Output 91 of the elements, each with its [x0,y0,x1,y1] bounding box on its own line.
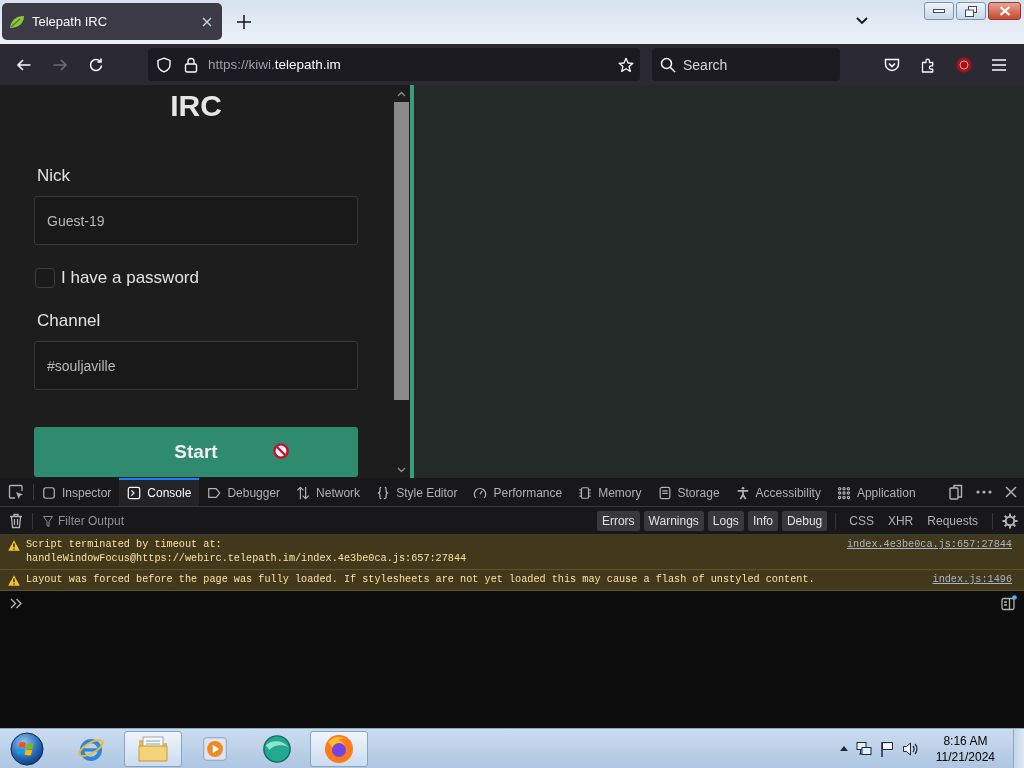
taskbar-button[interactable] [260,732,293,765]
reload-icon[interactable] [88,56,104,73]
field-label: Nick [37,166,71,186]
drawer-icon [657,486,672,500]
clock-date[interactable]: 11/21/2024 [935,748,995,765]
cursor-square-icon[interactable] [8,484,24,500]
close-icon[interactable] [1005,486,1017,498]
restore-button[interactable] [956,2,986,20]
chevron-badge-icon[interactable] [884,56,900,73]
level-filter-button[interactable]: Warnings [643,510,704,531]
devtools-tab[interactable]: Debugger [199,478,289,506]
up-down-arrows-icon [296,486,311,500]
person-icon [735,486,750,500]
devtools-tab[interactable]: Memory [570,478,650,506]
speaker-icon[interactable] [901,740,918,757]
warning-icon [8,575,20,586]
chevron-up-icon[interactable] [397,91,406,97]
search-icon [660,57,676,73]
chevron-up-icon[interactable] [839,746,848,751]
level-filter-button[interactable]: Logs [707,510,744,531]
funnel-icon [43,515,53,527]
warning-icon [8,540,20,551]
new-tab-icon[interactable] [237,15,251,29]
input-field[interactable]: #souljaville [34,341,358,390]
devtools-tab[interactable]: Inspector [34,478,120,506]
circle-badge-icon[interactable] [956,56,972,73]
puzzle-icon[interactable] [920,56,936,73]
minimize-icon [933,9,945,13]
menu-icon[interactable] [991,57,1007,72]
level-filter-button[interactable]: Info [747,510,778,531]
devtools-tab[interactable]: Storage [649,478,728,506]
network-icon[interactable] [855,740,872,757]
double-chevron-icon [10,597,22,609]
leaf-icon [9,14,25,29]
settings-icon[interactable] [1002,512,1018,529]
flag-icon[interactable] [879,740,894,757]
not-allowed-cursor-icon [273,443,289,459]
more-icon[interactable] [976,490,992,494]
close-button[interactable] [988,2,1021,20]
devtools-tab[interactable]: Network [288,478,369,506]
url-text[interactable]: https://kiwi.telepath.im [208,57,341,72]
trash-icon[interactable] [9,512,23,529]
shield-icon[interactable] [156,56,172,73]
type-filter-button[interactable]: XHR [882,510,919,531]
search-field[interactable]: Search [652,48,840,81]
devtools-tab[interactable]: Accessibility [727,478,829,506]
type-filter-button[interactable]: CSS [844,510,879,531]
address-bar[interactable]: https://kiwi.telepath.im [148,48,640,81]
level-filter-button[interactable]: Debug [781,510,828,531]
back-arrow-icon[interactable] [16,56,32,73]
start-button[interactable]: Start [34,427,358,477]
device-frame-icon[interactable] [949,484,963,500]
sidebar-toggle-icon[interactable] [1001,595,1017,611]
chip-icon [578,486,593,500]
curly-braces-icon [376,486,391,500]
sphere-icon [261,732,292,765]
tag-icon [207,486,222,500]
star-icon[interactable] [618,56,634,73]
message-text: Script terminated by timeout at: [26,538,222,552]
checkbox[interactable] [35,268,55,288]
minimize-button[interactable] [924,2,954,20]
dot-grid-icon [836,486,851,500]
close-icon [998,6,1011,16]
rounded-square-icon [42,486,56,500]
clock-time[interactable]: 8:16 AM [943,732,988,749]
close-icon[interactable] [202,16,212,27]
gauge-icon [473,486,488,500]
message-text: Layout was forced before the page was fully loaded. If stylesheets are not yet loaded this may cause a flash of unstyled content. [26,573,815,587]
stack-trace-text: handleWindowFocus@https://webirc.telepath.im/index.4e3be0ca.js:657:27844 [26,552,467,566]
input-field[interactable]: Guest-19 [34,196,358,245]
start-orb-icon[interactable] [10,731,44,766]
terminal-icon [127,486,142,500]
devtools-tab[interactable]: Console [119,478,200,506]
scrollbar[interactable] [393,85,410,478]
taskbar-button[interactable] [309,730,368,767]
source-link[interactable]: index.4e3be0ca.js:657:27844 [834,538,1012,552]
checkbox-label[interactable]: I have a password [61,268,199,288]
field-label: Channel [37,311,101,331]
fox-globe-icon [322,732,355,765]
devtools-tab[interactable]: Performance [465,478,571,506]
type-filter-button[interactable]: Requests [922,510,983,531]
restore-icon [965,5,977,17]
lock-icon[interactable] [184,56,198,73]
chevron-down-icon[interactable] [856,17,868,25]
level-filter-button[interactable]: Errors [596,510,640,531]
browser-tab[interactable]: Telepath IRC [2,3,222,40]
source-link[interactable]: index.js:1496 [920,573,1012,587]
page-heading: IRC [170,89,222,123]
scrollbar-thumb[interactable] [394,102,409,400]
devtools-tab[interactable]: Application [828,478,924,506]
devtools-tab[interactable]: Style Editor [368,478,466,506]
